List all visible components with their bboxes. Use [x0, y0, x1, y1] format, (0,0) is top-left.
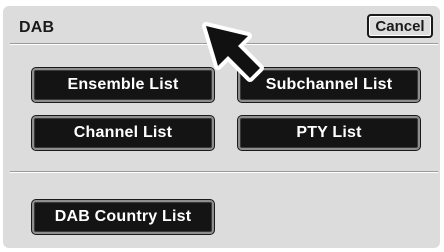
section-divider: [10, 171, 438, 173]
dab-country-list-button[interactable]: DAB Country List: [32, 200, 214, 234]
ensemble-list-button[interactable]: Ensemble List: [32, 68, 214, 102]
page-title: DAB: [19, 19, 55, 36]
channel-list-button[interactable]: Channel List: [32, 116, 214, 150]
cancel-button[interactable]: Cancel: [367, 14, 433, 38]
pointer-arrow-icon: [202, 22, 264, 82]
pty-list-button[interactable]: PTY List: [238, 116, 420, 150]
